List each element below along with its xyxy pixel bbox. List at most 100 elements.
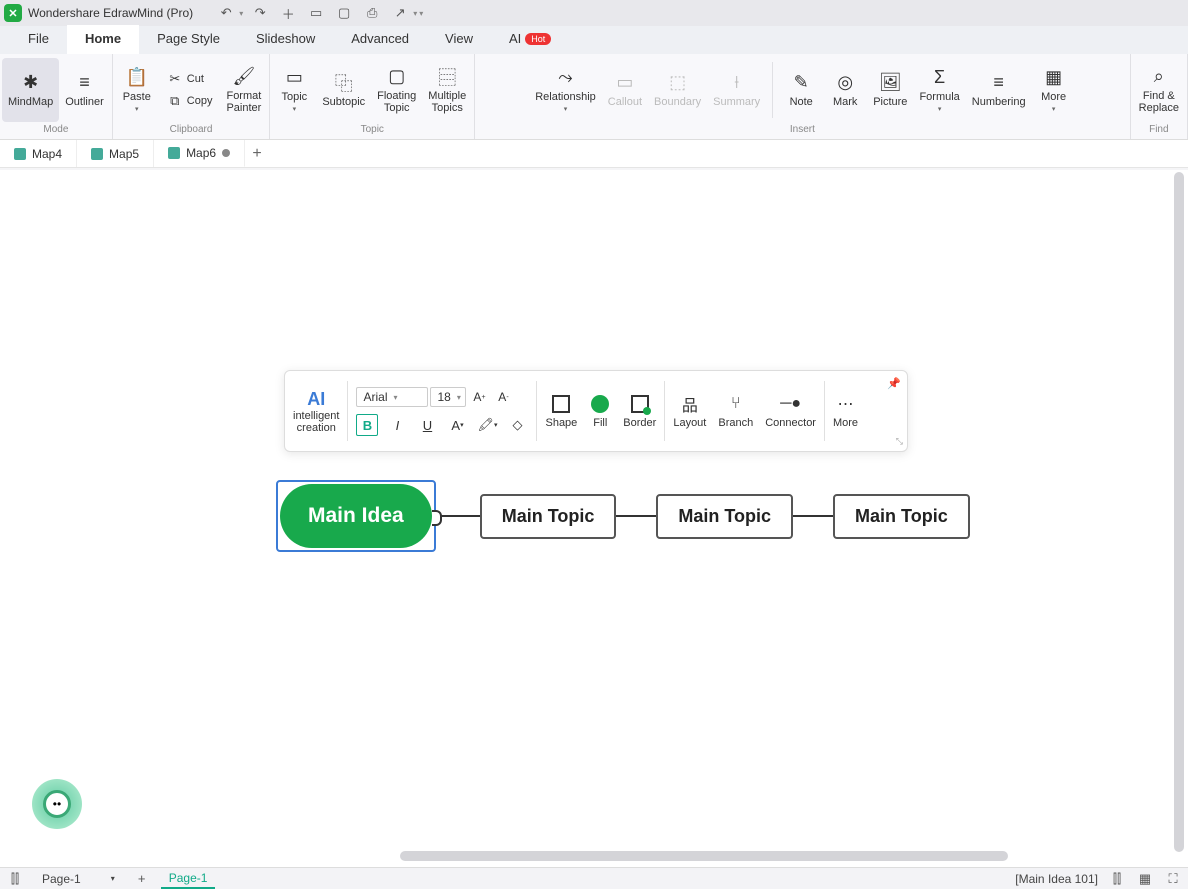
group-label-mode: Mode — [43, 122, 68, 137]
menu-file[interactable]: File — [10, 25, 67, 54]
topic-node-3[interactable]: Main Topic — [833, 494, 970, 539]
outliner-button[interactable]: ≡ Outliner — [59, 58, 110, 122]
status-bar: ⫿⫿ Page-1▾ + Page-1 [Main Idea 101] ⫿⫿ ▦… — [0, 867, 1188, 889]
fullscreen-icon[interactable]: ⛶ — [1164, 870, 1182, 888]
callout-icon: ▭ — [614, 72, 636, 94]
highlight-button[interactable]: 🖍▾ — [476, 414, 498, 436]
border-icon — [631, 395, 649, 413]
multiple-topics-button[interactable]: ⿳ Multiple Topics — [422, 58, 472, 122]
ribbon-group-find: ⌕ Find & Replace Find — [1131, 54, 1188, 139]
undo-icon[interactable]: ↶ — [215, 2, 237, 24]
increase-font-button[interactable]: A+ — [468, 386, 490, 408]
layout-button[interactable]: 品Layout — [667, 393, 712, 429]
branch-button[interactable]: ⑂Branch — [712, 393, 759, 429]
print-icon[interactable]: ⎙ — [361, 2, 383, 24]
tab-map6[interactable]: Map6 — [154, 140, 245, 167]
hot-badge: Hot — [525, 33, 551, 45]
pin-icon[interactable]: 📌 — [887, 377, 901, 390]
more-insert-button[interactable]: ▦ More ▾ — [1032, 58, 1076, 122]
menu-home[interactable]: Home — [67, 25, 139, 54]
menu-ai[interactable]: AI Hot — [491, 25, 569, 54]
cut-icon: ✂ — [167, 71, 183, 87]
new-icon[interactable]: ＋ — [277, 2, 299, 24]
format-painter-button[interactable]: 🖌 Format Painter — [220, 58, 267, 122]
note-button[interactable]: ✎ Note — [779, 58, 823, 122]
layout-icon: 品 — [679, 393, 701, 415]
undo-dropdown-icon[interactable]: ▾ — [239, 9, 243, 18]
qat-dropdown-icon[interactable]: ▾ — [419, 9, 423, 18]
underline-button[interactable]: U — [416, 414, 438, 436]
mindmap-button[interactable]: ✱ MindMap — [2, 58, 59, 122]
numbering-button[interactable]: ≡ Numbering — [966, 58, 1032, 122]
bold-button[interactable]: B — [356, 414, 378, 436]
clear-format-button[interactable]: ◇ — [506, 414, 528, 436]
horizontal-scrollbar[interactable] — [400, 851, 1008, 861]
ribbon-group-mode: ✱ MindMap ≡ Outliner Mode — [0, 54, 113, 139]
decrease-font-button[interactable]: A- — [492, 386, 514, 408]
ai-icon: AI — [307, 389, 325, 410]
font-color-button[interactable]: A▾ — [446, 414, 468, 436]
tab-map5[interactable]: Map5 — [77, 140, 154, 167]
subtopic-button[interactable]: ⿻ Subtopic — [316, 58, 371, 122]
connector-line — [616, 515, 656, 517]
multiple-topics-icon: ⿳ — [436, 66, 458, 88]
note-icon: ✎ — [790, 72, 812, 94]
menu-view[interactable]: View — [427, 25, 491, 54]
formula-button[interactable]: Σ Formula ▾ — [913, 58, 965, 122]
fill-button[interactable]: Fill — [583, 393, 617, 429]
connector-button[interactable]: ─●Connector — [759, 393, 822, 429]
topic-node-1[interactable]: Main Topic — [480, 494, 617, 539]
menu-slideshow[interactable]: Slideshow — [238, 25, 333, 54]
vertical-scrollbar[interactable] — [1174, 172, 1184, 852]
connector-icon: ─● — [780, 393, 802, 415]
menu-page-style[interactable]: Page Style — [139, 25, 238, 54]
summary-button: ⟊ Summary — [707, 58, 766, 122]
tab-map4[interactable]: Map4 — [0, 140, 77, 167]
font-family-select[interactable]: Arial▾ — [356, 387, 428, 407]
view-mode-1-icon[interactable]: ⫿⫿ — [1108, 870, 1126, 888]
view-mode-2-icon[interactable]: ▦ — [1136, 870, 1154, 888]
add-page-button[interactable]: + — [133, 870, 151, 888]
ribbon-group-topic: ▭ Topic ▾ ⿻ Subtopic ▢ Floating Topic ⿳ … — [270, 54, 475, 139]
more-format-button[interactable]: ⋯More — [827, 393, 864, 429]
picture-button[interactable]: 🖼 Picture — [867, 58, 913, 122]
border-button[interactable]: Border — [617, 393, 662, 429]
expand-handle-icon[interactable] — [436, 515, 448, 517]
paste-button[interactable]: 📋 Paste ▾ — [115, 58, 159, 122]
ai-creation-button[interactable]: AI intelligent creation — [287, 375, 345, 447]
relationship-button[interactable]: ⤳ Relationship ▾ — [529, 58, 602, 122]
save-icon[interactable]: ▢ — [333, 2, 355, 24]
mindmap-icon: ✱ — [20, 72, 42, 94]
cut-button[interactable]: ✂ Cut — [163, 69, 217, 89]
font-size-select[interactable]: 18▾ — [430, 387, 466, 407]
export-dropdown-icon[interactable]: ▾ — [413, 9, 417, 18]
pages-panel-icon[interactable]: ⫿⫿ — [6, 870, 24, 888]
connector-line — [448, 515, 480, 517]
main-idea-label: Main Idea — [280, 484, 432, 548]
menu-advanced[interactable]: Advanced — [333, 25, 427, 54]
topic-button[interactable]: ▭ Topic ▾ — [272, 58, 316, 122]
copy-button[interactable]: ⧉ Copy — [163, 91, 217, 111]
relationship-icon: ⤳ — [555, 67, 577, 89]
open-icon[interactable]: ▭ — [305, 2, 327, 24]
resize-handle-icon[interactable]: ⤡ — [896, 436, 903, 447]
floating-topic-button[interactable]: ▢ Floating Topic — [371, 58, 422, 122]
mark-button[interactable]: ◎ Mark — [823, 58, 867, 122]
add-tab-button[interactable]: + — [245, 145, 269, 163]
find-replace-button[interactable]: ⌕ Find & Replace — [1133, 58, 1185, 122]
shape-button[interactable]: Shape — [539, 393, 583, 429]
topic-node-2[interactable]: Main Topic — [656, 494, 793, 539]
ribbon: ✱ MindMap ≡ Outliner Mode 📋 Paste ▾ ✂ Cu… — [0, 54, 1188, 140]
title-bar: ✕ Wondershare EdrawMind (Pro) ↶ ▾ ↷ ＋ ▭ … — [0, 0, 1188, 26]
export-icon[interactable]: ↗ — [389, 2, 411, 24]
ribbon-group-insert: ⤳ Relationship ▾ ▭ Callout ⬚ Boundary ⟊ … — [475, 54, 1130, 139]
page-tab-1[interactable]: Page-1 — [161, 869, 216, 889]
page-selector[interactable]: Page-1▾ — [34, 870, 123, 888]
main-idea-node[interactable]: Main Idea — [276, 480, 436, 552]
file-icon — [14, 148, 26, 160]
file-icon — [168, 147, 180, 159]
redo-icon[interactable]: ↷ — [249, 2, 271, 24]
assistant-bot-button[interactable]: •• — [32, 779, 82, 829]
italic-button[interactable]: I — [386, 414, 408, 436]
boundary-button: ⬚ Boundary — [648, 58, 707, 122]
